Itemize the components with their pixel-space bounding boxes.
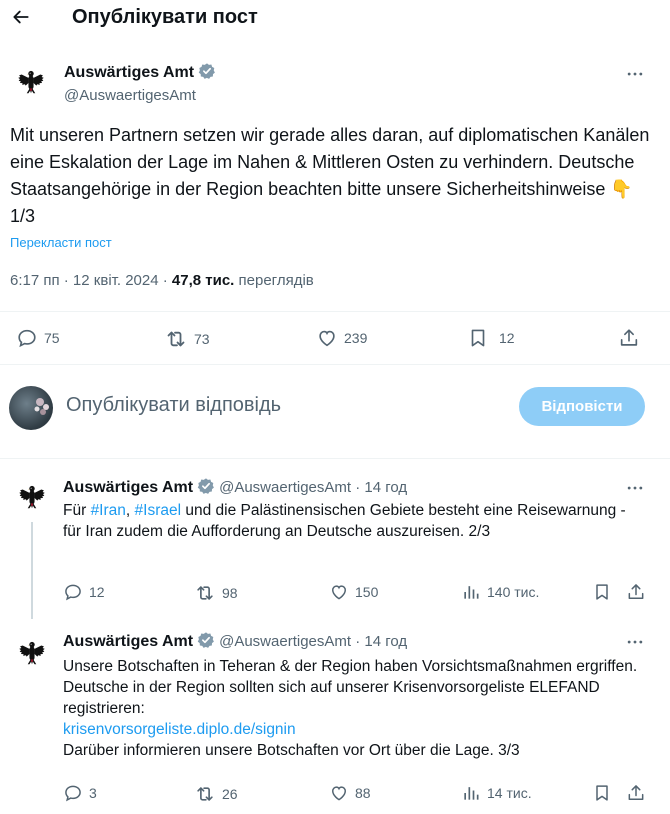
repost-icon bbox=[164, 327, 188, 351]
views-chart-icon bbox=[461, 783, 481, 803]
views-count: 47,8 тис. bbox=[171, 272, 235, 289]
hashtag-link[interactable]: #Iran bbox=[91, 502, 126, 519]
share-button[interactable] bbox=[626, 783, 646, 803]
reply-author-handle[interactable]: @AuswaertigesAmt bbox=[219, 633, 351, 650]
share-button[interactable] bbox=[618, 327, 640, 349]
author-name[interactable]: Auswärtiges Amt bbox=[64, 64, 194, 81]
reply-button[interactable]: 3 bbox=[63, 783, 97, 803]
repost-button[interactable]: 73 bbox=[164, 327, 210, 351]
more-options-icon[interactable] bbox=[623, 630, 647, 654]
reply-text-segment: , bbox=[125, 502, 135, 519]
page-title: Опублікувати пост bbox=[72, 6, 258, 28]
divider bbox=[0, 364, 670, 365]
verified-badge-icon[interactable] bbox=[197, 631, 215, 649]
reply-count: 12 bbox=[89, 584, 105, 600]
reply-author-name[interactable]: Auswärtiges Amt bbox=[63, 633, 193, 650]
author-handle[interactable]: @AuswaertigesAmt bbox=[64, 87, 196, 104]
reply-header: Auswärtiges Amt @AuswaertigesAmt · 14 год bbox=[63, 477, 407, 497]
bookmark-button[interactable] bbox=[592, 582, 612, 602]
hashtag-link[interactable]: #Israel bbox=[135, 502, 182, 519]
bookmark-icon bbox=[592, 582, 612, 602]
post-text: Mit unseren Partnern setzen wir gerade a… bbox=[10, 125, 650, 226]
repost-count: 73 bbox=[194, 331, 210, 347]
back-arrow-icon[interactable] bbox=[8, 4, 34, 30]
bookmark-icon bbox=[467, 327, 489, 349]
like-button[interactable]: 150 bbox=[329, 582, 378, 602]
verified-badge-icon[interactable] bbox=[198, 62, 216, 80]
thread-connector bbox=[31, 522, 33, 619]
views-count: 14 тис. bbox=[487, 785, 532, 801]
heart-icon bbox=[316, 327, 338, 349]
like-count: 150 bbox=[355, 584, 379, 600]
like-button[interactable]: 88 bbox=[329, 783, 371, 803]
verified-badge-icon[interactable] bbox=[197, 477, 215, 495]
reply-text-segment: Darüber informieren unsere Botschaften v… bbox=[63, 742, 520, 759]
reply-author-name[interactable]: Auswärtiges Amt bbox=[63, 479, 193, 496]
reply-submit-button[interactable]: Відповісти bbox=[519, 387, 645, 426]
reply-text-segment: Für bbox=[63, 502, 91, 519]
reply-text-segment: Unsere Botschaften in Teheran & der Regi… bbox=[63, 658, 638, 717]
eagle-logo-icon bbox=[15, 481, 49, 515]
bookmark-count: 12 bbox=[499, 330, 515, 346]
top-bar: Опублікувати пост bbox=[0, 0, 670, 38]
reply-text: Unsere Botschaften in Teheran & der Regi… bbox=[63, 656, 643, 761]
reply-input[interactable]: Опублікувати відповідь bbox=[66, 394, 281, 417]
reply-count: 3 bbox=[89, 785, 97, 801]
share-icon bbox=[626, 783, 646, 803]
translate-post-link[interactable]: Перекласти пост bbox=[10, 235, 112, 250]
divider bbox=[0, 311, 670, 312]
reply-icon bbox=[63, 582, 83, 602]
reply-author-handle[interactable]: @AuswaertigesAmt bbox=[219, 479, 351, 496]
repost-button[interactable]: 98 bbox=[194, 582, 238, 604]
views-button[interactable]: 140 тис. bbox=[461, 582, 539, 602]
post-timestamp[interactable]: 6:17 пп · 12 квіт. 2024 · bbox=[10, 272, 172, 289]
reply-header: Auswärtiges Amt @AuswaertigesAmt · 14 год bbox=[63, 631, 407, 651]
repost-button[interactable]: 26 bbox=[194, 783, 238, 805]
eagle-logo-icon bbox=[15, 637, 49, 671]
like-count: 239 bbox=[344, 330, 368, 346]
bookmark-icon bbox=[592, 783, 612, 803]
reply-icon bbox=[16, 327, 38, 349]
more-options-icon[interactable] bbox=[623, 476, 647, 500]
reply-button[interactable]: 75 bbox=[16, 327, 60, 349]
share-icon bbox=[618, 327, 640, 349]
reply-time[interactable]: · 14 год bbox=[351, 479, 407, 496]
author-block: Auswärtiges Amt bbox=[64, 62, 216, 82]
repost-count: 98 bbox=[222, 585, 238, 601]
user-avatar[interactable] bbox=[9, 386, 53, 430]
like-button[interactable]: 239 bbox=[316, 327, 367, 349]
reply-author-avatar[interactable] bbox=[12, 478, 52, 518]
divider bbox=[0, 458, 670, 459]
bookmark-button[interactable]: 12 bbox=[467, 327, 515, 349]
reply-author-avatar[interactable] bbox=[12, 634, 52, 674]
post-meta: 6:17 пп · 12 квіт. 2024 · 47,8 тис. пере… bbox=[10, 272, 314, 289]
views-button[interactable]: 14 тис. bbox=[461, 783, 532, 803]
more-options-icon[interactable] bbox=[623, 62, 647, 86]
reply-text: Für #Iran, #Israel und die Palästinensis… bbox=[63, 500, 643, 542]
avatar-image bbox=[34, 398, 49, 415]
share-button[interactable] bbox=[626, 582, 646, 602]
heart-icon bbox=[329, 582, 349, 602]
reply-button[interactable]: 12 bbox=[63, 582, 105, 602]
like-count: 88 bbox=[355, 785, 371, 801]
external-link[interactable]: krisenvorsorgeliste.diplo.de/signin bbox=[63, 719, 643, 740]
repost-icon bbox=[194, 582, 216, 604]
heart-icon bbox=[329, 783, 349, 803]
eagle-logo-icon bbox=[14, 66, 48, 100]
views-chart-icon bbox=[461, 582, 481, 602]
reply-time[interactable]: · 14 год bbox=[351, 633, 407, 650]
repost-count: 26 bbox=[222, 786, 238, 802]
bookmark-button[interactable] bbox=[592, 783, 612, 803]
author-avatar[interactable] bbox=[11, 63, 51, 103]
repost-icon bbox=[194, 783, 216, 805]
reply-count: 75 bbox=[44, 330, 60, 346]
views-count: 140 тис. bbox=[487, 584, 540, 600]
share-icon bbox=[626, 582, 646, 602]
reply-icon bbox=[63, 783, 83, 803]
views-label: переглядів bbox=[238, 272, 314, 289]
